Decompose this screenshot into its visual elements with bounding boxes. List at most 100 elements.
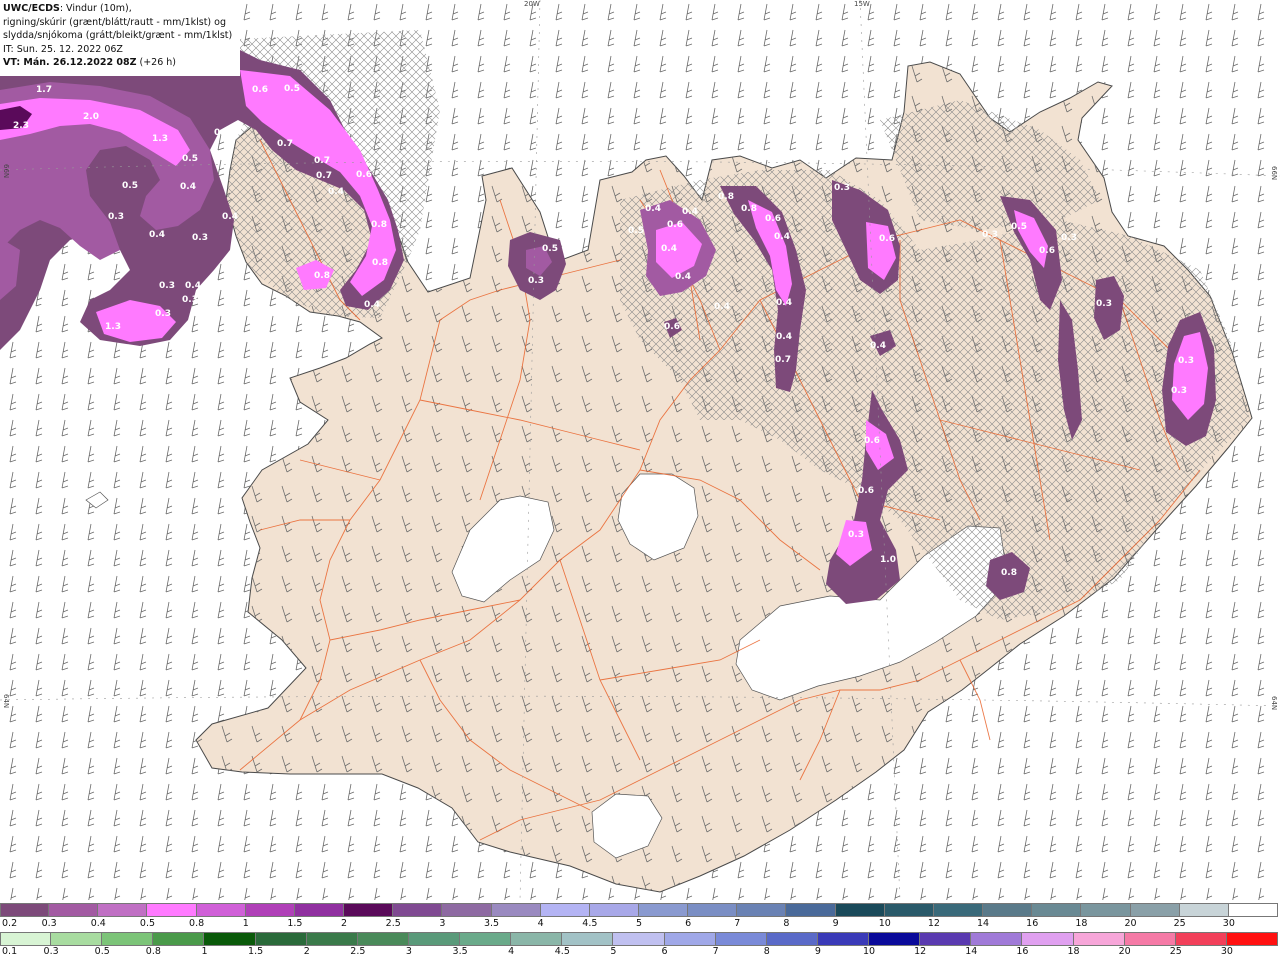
precip-value-label: 0.6	[1039, 246, 1055, 256]
legend-tick-label: 1	[201, 946, 208, 957]
legend-tick-label: 0.8	[145, 946, 161, 957]
grid-label-20w: 20W	[524, 0, 540, 8]
precip-value-label: 0.6	[664, 322, 680, 332]
precip-value-label: 1.7	[36, 85, 52, 95]
forecast-info-box: UWC/ECDS: Vindur (10m), rigning/skúrir (…	[0, 0, 240, 76]
precip-value-label: 0.6	[765, 214, 781, 224]
legend-tick-label: 25	[1173, 918, 1186, 929]
legend-tick-label: 0.5	[139, 918, 156, 929]
legend-swatch	[344, 903, 394, 917]
legend-tick-label: 20	[1124, 918, 1137, 929]
legend-tick-label: 4.5	[554, 946, 570, 957]
legend-tick-label: 9	[814, 946, 821, 957]
precip-value-label: 0.4	[40, 298, 56, 308]
legend-tick-label: 1.5	[248, 946, 264, 957]
grid-label-66n-left: 66N	[2, 164, 10, 179]
legend-swatch	[589, 903, 639, 917]
legend-swatch	[255, 932, 307, 946]
legend-tick-label: 5	[610, 946, 617, 957]
precip-value-label: 0.3	[1171, 386, 1187, 396]
precip-value-label: 0.8	[1001, 568, 1017, 578]
legend-swatch	[153, 932, 205, 946]
precip-value-label: 0.3	[159, 281, 175, 291]
iceland-weather-map[interactable]: 1.7 2.3 2.0 1.3 0.5 0.5 0.4 0.3 0.4 0.3 0.4 0.3 0.4 0…	[0, 0, 1280, 900]
precip-value-label: 0.4	[185, 281, 201, 291]
legend-swatch	[1226, 932, 1278, 946]
precip-value-label: 0.4	[645, 204, 661, 214]
legend-swatch	[688, 903, 738, 917]
legend-swatch	[393, 903, 443, 917]
legend-swatch	[1124, 932, 1176, 946]
legend-tick-label: 3	[405, 946, 412, 957]
precip-value-label: 2.3	[13, 121, 29, 131]
legend-swatch	[245, 903, 295, 917]
legend-swatch	[933, 903, 984, 917]
legend-swatch	[294, 903, 345, 917]
legend-swatch	[491, 903, 541, 917]
legend-swatch	[639, 903, 689, 917]
legend-tick-label: 0.3	[43, 946, 59, 957]
legend-swatch	[98, 903, 148, 917]
legend-tick-label: 12	[914, 946, 927, 957]
precip-value-label: 0.8	[371, 220, 387, 230]
precip-value-label: 0.6	[252, 85, 268, 95]
legend-swatch	[737, 903, 787, 917]
precip-value-label: 0.3	[528, 276, 544, 286]
precip-value-label: 2.0	[83, 112, 99, 122]
legend-swatch	[1228, 903, 1278, 917]
legend-swatch	[306, 932, 358, 946]
legend-tick-label: 3	[439, 918, 446, 929]
model-name: UWC/ECDS	[3, 3, 60, 14]
weather-map-screen: 1.7 2.3 2.0 1.3 0.5 0.5 0.4 0.3 0.4 0.3 0.4 0.3 0.4 0…	[0, 0, 1280, 960]
color-legend: 0.2 0.3 0.4 0.5 0.8 1 1.5 2 2.5 3 3.5 4 4.5 5 6 7 8 9 10 12…	[0, 900, 1280, 960]
legend-tick-label: 14	[965, 946, 978, 957]
snow-color-bar	[0, 903, 1280, 917]
precip-value-label: 0.8	[741, 204, 757, 214]
legend-swatch	[511, 932, 563, 946]
legend-swatch	[0, 932, 52, 946]
forecast-lead: (+26 h)	[136, 57, 177, 69]
legend-swatch	[1022, 932, 1074, 946]
precip-value-label: 0.3	[1178, 356, 1194, 366]
precip-value-label: 0.4	[870, 341, 886, 351]
precip-value-label: 0.4	[661, 244, 677, 254]
legend-swatch	[408, 932, 461, 946]
legend-swatch	[460, 932, 512, 946]
legend-tick-label: 8	[783, 918, 790, 929]
legend-swatch	[1179, 903, 1229, 917]
legend-swatch	[442, 903, 492, 917]
legend-tick-label: 16	[1026, 918, 1039, 929]
precip-value-label: 0.3	[1061, 233, 1077, 243]
precip-value-label: 0.3	[108, 212, 124, 222]
legend-swatch	[766, 932, 818, 946]
legend-swatch	[869, 932, 921, 946]
legend-tick-label: 10	[878, 918, 891, 929]
legend-swatch	[971, 932, 1023, 946]
grid-label-64n-left: 64N	[2, 694, 10, 709]
precip-value-label: 0.3	[834, 183, 850, 193]
precip-value-label: 0.3	[1096, 299, 1112, 309]
legend-tick-label: 7	[734, 918, 741, 929]
legend-swatch	[613, 932, 665, 946]
legend-swatch	[1175, 932, 1227, 946]
legend-tick-label: 2.5	[350, 946, 366, 957]
legend-tick-label: 16	[1016, 946, 1029, 957]
legend-tick-label: 4	[508, 946, 515, 957]
legend-swatch	[983, 903, 1033, 917]
valid-time: VT: Mán. 26.12.2022 08Z	[3, 57, 137, 69]
grid-label-66n-right: 66N	[1270, 166, 1278, 181]
precip-value-label: 0.6	[864, 436, 880, 446]
legend-tick-label: 0.8	[189, 918, 205, 929]
precip-value-label: 0.4	[364, 300, 380, 310]
precip-value-label: 0.5	[1011, 222, 1027, 232]
precip-value-label: 0.6	[879, 234, 895, 244]
legend-tick-label: 0.4	[90, 918, 106, 929]
precip-value-label: 0.6	[667, 220, 683, 230]
legend-tick-label: 0.5	[94, 946, 110, 957]
precip-value-label: 0.5	[628, 226, 644, 236]
legend-swatch	[196, 903, 246, 917]
product-title: : Vindur (10m),	[59, 3, 132, 14]
precip-value-label: 0.4	[774, 232, 790, 242]
precip-value-label: 1.3	[105, 322, 121, 332]
precip-value-label: 0.3	[182, 295, 198, 305]
